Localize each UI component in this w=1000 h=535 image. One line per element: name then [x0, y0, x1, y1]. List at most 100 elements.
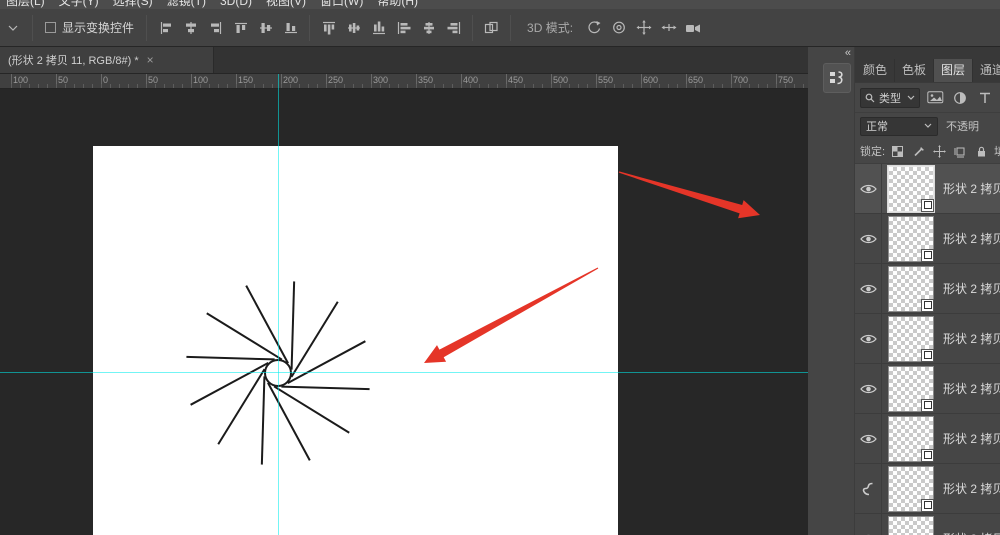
menu-bar: 图层(L) 文字(Y) 选择(S) 滤镜(T) 3D(D) 视图(V) 窗口(W) 帮助(H): [0, 0, 1000, 9]
history-panel-icon[interactable]: [823, 63, 851, 93]
align-horizontal-center-button[interactable]: [178, 16, 203, 40]
distribute-bottom-button[interactable]: [366, 16, 391, 40]
layer-thumbnail[interactable]: [888, 465, 934, 512]
eye-icon: [859, 284, 877, 293]
layer-row[interactable]: 形状 2 拷贝: [855, 463, 1000, 514]
layer-thumbnail[interactable]: [888, 515, 934, 535]
menu-item[interactable]: 3D(D): [220, 0, 252, 9]
lock-position-icon[interactable]: [931, 143, 948, 160]
filter-pixel-layers-icon[interactable]: [925, 89, 945, 107]
eye-icon: [859, 234, 877, 243]
ruler-label: 300: [373, 75, 389, 85]
layer-row[interactable]: 形状 2 拷贝: [855, 263, 1000, 314]
document-area: (形状 2 拷贝 11, RGB/8#) * × 100 50 0 50 100 150 2…: [0, 47, 808, 535]
horizontal-guide[interactable]: [0, 372, 808, 373]
menu-item[interactable]: 选择(S): [113, 0, 153, 9]
filter-type-layers-icon[interactable]: [975, 89, 995, 107]
panel-tab[interactable]: 图层: [934, 59, 974, 82]
menu-item[interactable]: 帮助(H): [377, 0, 418, 9]
close-tab-icon[interactable]: ×: [147, 53, 154, 67]
layer-name: 形状 2 拷贝: [943, 282, 1000, 296]
layer-thumbnail[interactable]: [888, 315, 934, 362]
ruler-label: 400: [463, 75, 479, 85]
ruler-label: 0: [103, 75, 109, 85]
layer-name: 形状 2 拷贝: [943, 382, 1000, 396]
layer-visibility-toggle[interactable]: [855, 164, 882, 214]
collapse-panels-icon[interactable]: «: [845, 47, 851, 59]
layer-row[interactable]: 形状 2 拷贝: [855, 164, 1000, 214]
show-transform-checkbox[interactable]: [45, 22, 56, 33]
ruler-label: 450: [508, 75, 524, 85]
3d-zoom-camera-button[interactable]: [681, 16, 706, 40]
layer-thumbnail[interactable]: [888, 265, 934, 312]
3d-roll-button[interactable]: [606, 16, 631, 40]
layer-visibility-toggle[interactable]: [855, 413, 882, 464]
layer-visibility-toggle[interactable]: [855, 463, 882, 514]
layer-row[interactable]: 形状 2 拷贝: [855, 313, 1000, 364]
layer-row[interactable]: 形状 2 拷贝: [855, 363, 1000, 414]
layer-visibility-toggle[interactable]: [855, 213, 882, 264]
layer-thumbnail[interactable]: [888, 365, 934, 412]
canvas-viewport[interactable]: [0, 89, 808, 535]
layer-thumbnail[interactable]: [888, 215, 934, 262]
layer-name: 形状 2 拷贝: [943, 432, 1000, 446]
document-tab-bar: (形状 2 拷贝 11, RGB/8#) * ×: [0, 47, 808, 74]
distribute-vertical-center-button[interactable]: [341, 16, 366, 40]
align-right-button[interactable]: [203, 16, 228, 40]
distribute-right-button[interactable]: [441, 16, 466, 40]
ruler-label: 650: [688, 75, 704, 85]
layer-name: 形状 2 拷贝: [943, 530, 1000, 535]
layer-visibility-toggle[interactable]: [855, 313, 882, 364]
vertical-guide[interactable]: [278, 74, 279, 535]
ruler-label: 50: [58, 75, 69, 85]
menu-item[interactable]: 滤镜(T): [167, 0, 206, 9]
icon-dock: «: [808, 47, 855, 535]
panel-tab[interactable]: 颜色: [856, 59, 896, 82]
3d-pan-button[interactable]: [631, 16, 656, 40]
filter-adjustment-layers-icon[interactable]: [950, 89, 970, 107]
ruler-label: 100: [193, 75, 209, 85]
divider: [32, 14, 33, 41]
distribute-horizontal-center-button[interactable]: [416, 16, 441, 40]
layer-thumbnail[interactable]: [888, 415, 934, 462]
eye-icon: [859, 334, 877, 343]
layer-visibility-toggle[interactable]: [855, 363, 882, 414]
menu-item[interactable]: 图层(L): [6, 0, 45, 9]
document-tab[interactable]: (形状 2 拷贝 11, RGB/8#) * ×: [0, 47, 214, 73]
align-vertical-center-button[interactable]: [253, 16, 278, 40]
document-title: (形状 2 拷贝 11, RGB/8#) *: [8, 55, 139, 67]
layer-row[interactable]: 形状 2 拷贝: [855, 413, 1000, 464]
align-top-button[interactable]: [228, 16, 253, 40]
menu-item[interactable]: 窗口(W): [320, 0, 363, 9]
3d-orbit-button[interactable]: [581, 16, 606, 40]
panel-tab[interactable]: 通道: [973, 59, 1000, 82]
blend-mode-value: 正常: [866, 121, 888, 133]
blend-mode-dropdown[interactable]: 正常: [860, 116, 938, 136]
layer-filter-dropdown[interactable]: 类型: [860, 87, 920, 108]
layer-row[interactable]: 形状 2 拷贝: [855, 513, 1000, 535]
layer-row[interactable]: 形状 2 拷贝: [855, 213, 1000, 264]
align-bottom-button[interactable]: [278, 16, 303, 40]
panel-tab[interactable]: 色板: [895, 59, 935, 82]
layer-name: 形状 2 拷贝: [943, 182, 1000, 196]
distribute-left-button[interactable]: [391, 16, 416, 40]
filter-kind-label: 类型: [879, 92, 901, 105]
align-left-button[interactable]: [153, 16, 178, 40]
lock-image-pixels-icon[interactable]: [910, 143, 927, 160]
ruler-label: 550: [598, 75, 614, 85]
ruler-label: 600: [643, 75, 659, 85]
distribute-top-button[interactable]: [316, 16, 341, 40]
lock-transparent-pixels-icon[interactable]: [889, 143, 906, 160]
layers-list: 形状 2 拷贝 形状 2 拷贝 形状 2 拷贝 形状 2 拷贝 形状 2 拷贝 …: [855, 164, 1000, 535]
tool-preset-dropdown[interactable]: [0, 24, 26, 32]
eye-icon: [859, 184, 877, 193]
lock-all-icon[interactable]: [973, 143, 990, 160]
menu-item[interactable]: 文字(Y): [59, 0, 99, 9]
layer-visibility-toggle[interactable]: [855, 513, 882, 535]
3d-slide-button[interactable]: [656, 16, 681, 40]
layer-visibility-toggle[interactable]: [855, 263, 882, 314]
menu-item[interactable]: 视图(V): [266, 0, 306, 9]
auto-align-layers-button[interactable]: [479, 16, 504, 40]
layer-thumbnail[interactable]: [887, 164, 935, 213]
lock-artboard-nesting-icon[interactable]: [952, 143, 969, 160]
